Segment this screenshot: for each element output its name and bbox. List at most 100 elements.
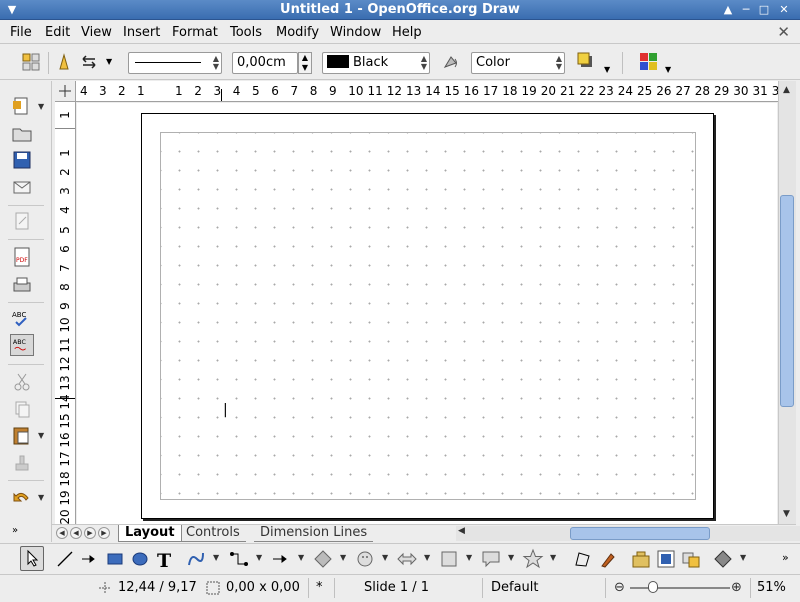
lines-arrows-tool-icon[interactable] <box>270 548 292 570</box>
first-tab-icon[interactable]: ◀ <box>56 527 68 539</box>
drawing-canvas[interactable]: ⁤| <box>77 103 777 524</box>
block-arrows-dropdown-icon[interactable]: ▼ <box>424 553 430 562</box>
line-icon[interactable] <box>54 51 76 73</box>
flowchart-icon[interactable] <box>438 548 460 570</box>
save-icon[interactable] <box>10 149 34 171</box>
line-tool-icon[interactable] <box>54 548 76 570</box>
connector-tool-icon[interactable] <box>228 548 250 570</box>
rectangle-tool-icon[interactable] <box>104 548 126 570</box>
stars-icon[interactable] <box>522 548 544 570</box>
minimize-icon[interactable]: ─ <box>738 2 754 18</box>
basic-shapes-dropdown-icon[interactable]: ▼ <box>340 553 346 562</box>
fontwork-icon[interactable] <box>680 548 702 570</box>
arrow-style-dropdown-icon[interactable]: ▼ <box>106 57 112 66</box>
edit-file-icon[interactable] <box>10 210 34 232</box>
cut-icon[interactable] <box>10 371 34 393</box>
text-tool-icon[interactable]: T <box>154 548 176 570</box>
slide-page[interactable] <box>141 113 714 519</box>
vertical-scroll-thumb[interactable] <box>780 195 794 407</box>
zoom-out-icon[interactable]: ⊖ <box>614 580 625 595</box>
points-icon[interactable] <box>572 548 594 570</box>
horizontal-scroll-thumb[interactable] <box>570 527 710 540</box>
copy-icon[interactable] <box>10 398 34 420</box>
scroll-left-icon[interactable]: ◀ <box>458 526 465 536</box>
scroll-up-icon[interactable]: ▲ <box>783 85 790 95</box>
styles-icon[interactable] <box>20 51 42 73</box>
ellipse-tool-icon[interactable] <box>129 548 151 570</box>
modified-indicator[interactable]: * <box>316 580 323 595</box>
shade-icon[interactable]: ▲ <box>720 2 736 18</box>
basic-shapes-icon[interactable] <box>312 548 334 570</box>
export-pdf-icon[interactable]: PDF <box>10 246 34 268</box>
next-tab-icon[interactable]: ▶ <box>84 527 96 539</box>
vertical-ruler[interactable]: 1 1 2 3 4 5 6 7 8 9 10 11 12 13 14 15 16 17 18 19 20 <box>55 102 76 524</box>
from-file-icon[interactable] <box>630 548 652 570</box>
prev-tab-icon[interactable]: ◀ <box>70 527 82 539</box>
paste-icon[interactable] <box>10 424 34 446</box>
last-tab-icon[interactable]: ▶ <box>98 527 110 539</box>
stars-dropdown-icon[interactable]: ▼ <box>550 553 556 562</box>
area-icon[interactable] <box>440 51 462 73</box>
line-width-stepper[interactable]: ▲ ▼ <box>298 52 312 74</box>
connector-dropdown-icon[interactable]: ▼ <box>256 553 262 562</box>
tab-dimension-lines[interactable]: Dimension Lines <box>254 525 374 542</box>
new-document-icon[interactable] <box>10 95 34 117</box>
select-tool[interactable] <box>20 546 44 571</box>
zoom-slider[interactable] <box>630 587 730 589</box>
horizontal-ruler[interactable]: 4 3 2 1 1 2 3 4 5 6 7 8 9 10 11 12 13 14 15 16 17 18 19 20 2… <box>76 81 778 102</box>
menu-window[interactable]: Window <box>330 25 381 40</box>
menu-modify[interactable]: Modify <box>276 25 319 40</box>
close-document-icon[interactable]: ✕ <box>777 23 790 41</box>
print-icon[interactable] <box>10 274 34 296</box>
curve-tool-icon[interactable] <box>185 548 207 570</box>
open-icon[interactable] <box>10 122 34 144</box>
undo-dropdown-icon[interactable]: ▼ <box>38 493 44 502</box>
autospellcheck-icon[interactable]: ABC <box>10 334 34 356</box>
tab-controls[interactable]: Controls <box>180 525 246 542</box>
menu-view[interactable]: View <box>81 25 112 40</box>
zoom-slider-handle[interactable] <box>648 581 658 593</box>
symbol-shapes-icon[interactable] <box>354 548 376 570</box>
menu-tools[interactable]: Tools <box>230 25 262 40</box>
callouts-dropdown-icon[interactable]: ▼ <box>508 553 514 562</box>
extrusion-icon[interactable] <box>712 548 734 570</box>
toolbar-options-icon[interactable]: ▼ <box>604 65 610 74</box>
lines-arrows-dropdown-icon[interactable]: ▼ <box>298 553 304 562</box>
clone-formatting-icon[interactable] <box>10 452 34 474</box>
area-style-select[interactable]: Color ▲ ▼ <box>471 52 565 74</box>
menu-insert[interactable]: Insert <box>123 25 160 40</box>
zoom-in-icon[interactable]: ⊕ <box>731 580 742 595</box>
tab-layout[interactable]: Layout <box>118 525 182 542</box>
flowchart-dropdown-icon[interactable]: ▼ <box>466 553 472 562</box>
arrow-line-tool-icon[interactable] <box>79 548 101 570</box>
symbol-shapes-dropdown-icon[interactable]: ▼ <box>382 553 388 562</box>
glue-points-icon[interactable] <box>597 548 619 570</box>
close-window-icon[interactable]: ✕ <box>776 2 792 18</box>
gallery-icon[interactable] <box>655 548 677 570</box>
undo-icon[interactable] <box>10 486 34 508</box>
menu-file[interactable]: File <box>10 25 32 40</box>
extrusion-dropdown-icon[interactable]: ▼ <box>740 553 746 562</box>
line-color-select[interactable]: Black ▲ ▼ <box>322 52 430 74</box>
more-tools-icon[interactable]: » <box>12 525 18 536</box>
maximize-icon[interactable]: □ <box>756 2 772 18</box>
new-dropdown-icon[interactable]: ▼ <box>38 102 44 111</box>
vertical-scrollbar[interactable]: ▲ ▼ <box>778 81 796 524</box>
horizontal-scrollbar[interactable]: ◀ ▶ <box>456 526 800 541</box>
menu-help[interactable]: Help <box>392 25 422 40</box>
ruler-origin[interactable] <box>55 81 76 102</box>
menu-format[interactable]: Format <box>172 25 218 40</box>
email-icon[interactable] <box>10 176 34 198</box>
line-width-field[interactable]: 0,00cm <box>232 52 298 74</box>
callouts-icon[interactable] <box>480 548 502 570</box>
more-draw-tools-icon[interactable]: » <box>782 551 789 564</box>
paste-dropdown-icon[interactable]: ▼ <box>38 431 44 440</box>
zoom-level[interactable]: 51% <box>757 580 786 595</box>
menu-edit[interactable]: Edit <box>45 25 70 40</box>
line-style-select[interactable]: ▲ ▼ <box>128 52 222 74</box>
toolbar-options-icon-2[interactable]: ▼ <box>665 65 671 74</box>
color-bar-icon[interactable] <box>638 51 660 73</box>
spellcheck-icon[interactable]: ABC <box>10 307 34 329</box>
scroll-down-icon[interactable]: ▼ <box>783 509 790 519</box>
block-arrows-icon[interactable] <box>396 548 418 570</box>
